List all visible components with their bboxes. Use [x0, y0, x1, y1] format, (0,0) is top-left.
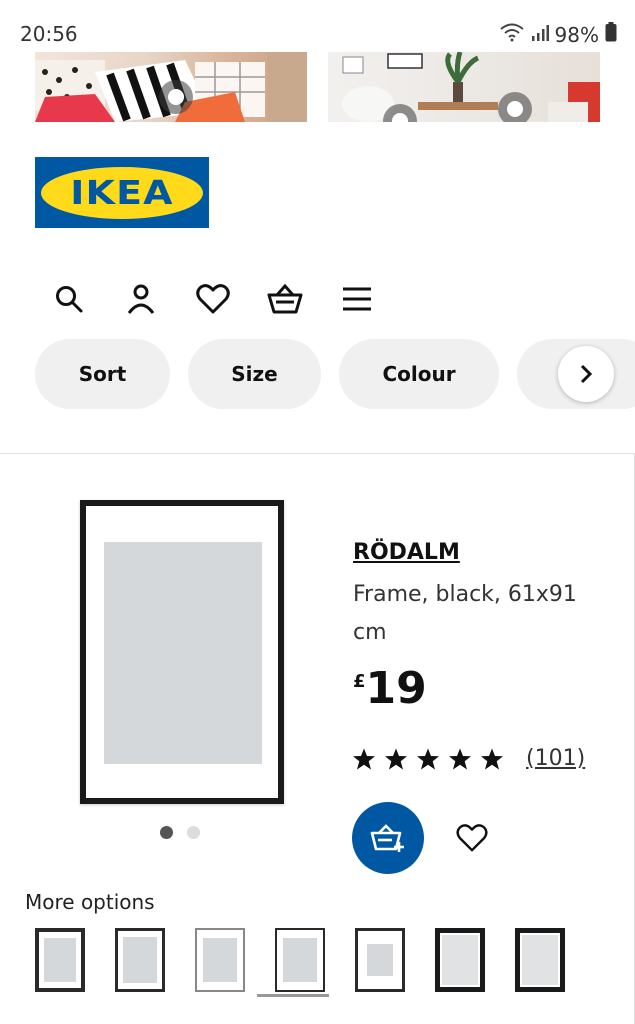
filter-size[interactable]: Size [188, 339, 321, 409]
status-bar: 20:56 98% [0, 0, 635, 52]
account-icon[interactable] [122, 280, 160, 318]
basket-icon[interactable] [266, 280, 304, 318]
more-options-label: More options [25, 890, 155, 914]
filter-colour[interactable]: Colour [339, 339, 499, 409]
status-time: 20:56 [20, 22, 78, 46]
frame-mat-insert [104, 542, 262, 764]
section-divider [0, 453, 635, 454]
ikea-logo[interactable]: IKEA [35, 157, 209, 228]
star-icon [353, 748, 375, 769]
product-image[interactable] [80, 500, 284, 804]
variant-thumbnail[interactable] [515, 928, 565, 992]
filter-bar: Sort Size Colour [35, 339, 635, 411]
status-icons: 98% [499, 22, 617, 47]
filters-next-button[interactable] [558, 346, 614, 402]
variant-thumbnail[interactable] [115, 928, 165, 992]
menu-icon[interactable] [338, 280, 376, 318]
star-icon [385, 748, 407, 769]
variant-thumbnail[interactable] [195, 928, 245, 992]
variant-thumbnail[interactable] [35, 928, 85, 992]
search-icon[interactable] [50, 280, 88, 318]
price-value: 19 [365, 663, 427, 714]
add-basket-icon [370, 824, 404, 852]
pagination-dot[interactable] [187, 826, 200, 839]
heart-icon [456, 824, 488, 852]
wifi-icon [499, 22, 525, 47]
variant-thumbnail-selected[interactable] [275, 928, 325, 992]
signal-icon [531, 23, 549, 47]
add-to-wishlist-button[interactable] [452, 818, 492, 858]
variant-thumbnail[interactable] [355, 928, 405, 992]
variant-thumbnail[interactable] [435, 928, 485, 992]
product-rating[interactable]: (101) [352, 746, 585, 771]
product-hotspot[interactable] [159, 80, 193, 114]
filter-sort[interactable]: Sort [35, 339, 170, 409]
star-icon [481, 748, 503, 769]
heart-icon[interactable] [194, 280, 232, 318]
product-price: £ 19 [353, 663, 427, 715]
add-to-basket-button[interactable] [352, 802, 424, 874]
pagination-dot-active[interactable] [160, 826, 173, 839]
rating-count-link[interactable]: (101) [526, 746, 585, 771]
selected-variant-indicator [257, 994, 329, 997]
hero-image-cushions[interactable] [35, 52, 307, 122]
image-pagination [160, 826, 200, 839]
header-actions [50, 280, 376, 318]
battery-percent: 98% [554, 22, 599, 47]
logo-oval: IKEA [41, 166, 203, 219]
price-currency: £ [353, 671, 366, 692]
star-icon [417, 748, 439, 769]
hero-image-livingroom[interactable] [328, 52, 600, 122]
product-description: Frame, black, 61x91 cm [353, 582, 577, 645]
star-icon [449, 748, 471, 769]
product-hotspot[interactable] [498, 92, 532, 122]
chevron-right-icon [580, 364, 593, 384]
product-name-link[interactable]: RÖDALM [353, 540, 460, 565]
battery-icon [605, 22, 617, 47]
logo-text: IKEA [70, 173, 174, 212]
variant-thumbnails [35, 928, 565, 992]
